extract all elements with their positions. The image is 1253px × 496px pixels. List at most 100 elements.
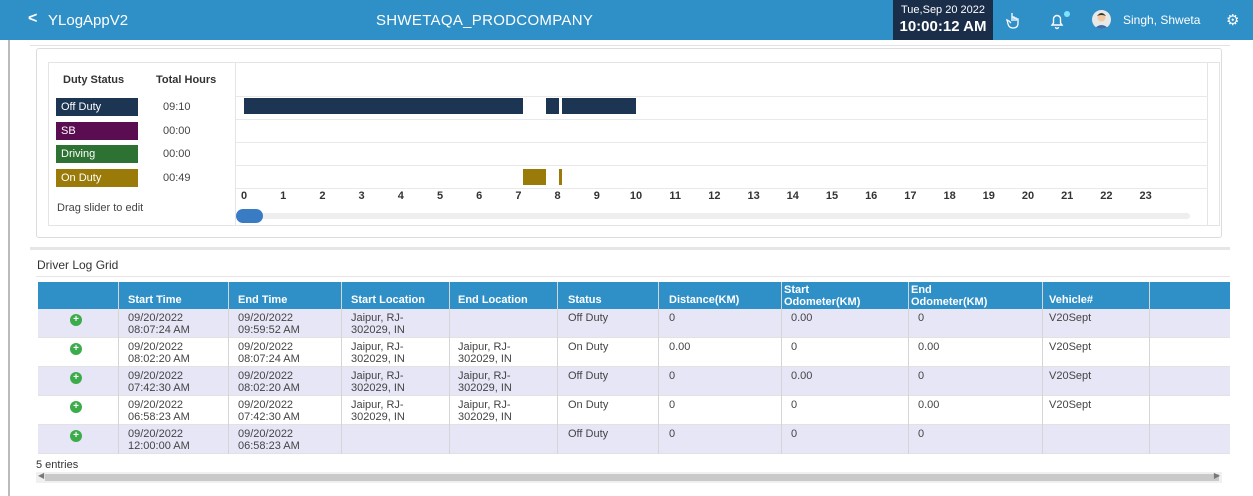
hours-driving: 00:00 (163, 148, 191, 160)
cell-start-location: Jaipur, RJ- 302029, IN (351, 341, 405, 365)
hours-off-duty: 09:10 (163, 101, 191, 113)
hour-tick-label: 23 (1139, 190, 1152, 202)
expand-row-icon[interactable]: + (70, 372, 82, 384)
hour-tick-label: 20 (1021, 190, 1035, 202)
hour-tick-label: 10 (629, 190, 643, 202)
col-status[interactable]: Status (568, 294, 602, 306)
status-label-sb: SB (56, 122, 138, 140)
hour-tick-label: 4 (397, 190, 404, 202)
hour-tick-label: 17 (904, 190, 917, 202)
cell-end-odometer: 0.00 (918, 399, 939, 411)
col-end-odometer[interactable]: End Odometer(KM) (911, 284, 1006, 308)
cell-start-time-line: 09/20/2022 (128, 428, 184, 440)
cell-end-time: 09/20/2022 09:59:52 AM (238, 312, 300, 336)
hour-tick-label: 5 (436, 190, 444, 202)
back-chevron-icon[interactable]: < (28, 10, 37, 28)
duty-segment[interactable] (523, 169, 547, 185)
hour-tick-label: 11 (669, 190, 681, 202)
cell-start-time-line: 08:07:24 AM (128, 324, 190, 336)
duty-segment[interactable] (559, 169, 563, 185)
cell-status-line: Off Duty (568, 428, 609, 440)
table-row[interactable]: +09/20/2022 06:58:23 AM 09/20/2022 07:42:30… (38, 396, 1230, 425)
cell-status: On Duty (568, 399, 608, 411)
avatar[interactable] (1092, 10, 1111, 29)
table-row[interactable]: +09/20/2022 07:42:30 AM 09/20/2022 08:02:20… (38, 367, 1230, 396)
cell-end-odometer: 0.00 (918, 341, 939, 353)
duty-segment[interactable] (562, 98, 636, 114)
scroll-left-arrow-icon[interactable]: ◀ (38, 471, 44, 480)
cell-end-time-line: 08:07:24 AM (238, 353, 300, 365)
col-start-time[interactable]: Start Time (128, 294, 182, 306)
cell-end-location-line: 302029, IN (458, 353, 512, 365)
app-name[interactable]: YLogAppV2 (48, 12, 128, 29)
cell-vehicle-line: V20Sept (1049, 370, 1092, 382)
hour-tick-label: 1 (280, 190, 287, 202)
cell-start-odometer: 0.00 (791, 312, 812, 324)
notification-dot (1064, 11, 1070, 17)
col-end-location[interactable]: End Location (458, 294, 528, 306)
cell-status: Off Duty (568, 370, 608, 382)
cell-vehicle: V20Sept (1049, 370, 1091, 382)
hand-pointer-icon[interactable] (1006, 11, 1022, 29)
hour-tick-label: 7 (515, 190, 522, 202)
divider (30, 45, 1230, 46)
cell-end-location: Jaipur, RJ- 302029, IN (458, 399, 512, 423)
cell-start-location-line: Jaipur, RJ- (351, 399, 404, 411)
table-row[interactable]: +09/20/2022 12:00:00 AM 09/20/2022 06:58:23… (38, 425, 1230, 454)
cell-end-location: Jaipur, RJ- 302029, IN (458, 370, 512, 394)
cell-start-odometer-line: 0 (791, 399, 798, 411)
left-border (8, 40, 10, 496)
table-row[interactable]: +09/20/2022 08:02:20 AM 09/20/2022 08:07:24… (38, 338, 1230, 367)
col-start-location[interactable]: Start Location (351, 294, 425, 306)
cell-end-time-line: 06:58:23 AM (238, 440, 300, 452)
expand-row-icon[interactable]: + (70, 314, 82, 326)
scrollbar-thumb[interactable] (45, 474, 1219, 481)
datetime-display: Tue,Sep 20 2022 10:00:12 AM (893, 0, 993, 40)
cell-start-time-line: 09/20/2022 (128, 399, 184, 411)
cell-end-time-line: 09/20/2022 (238, 428, 294, 440)
top-bar: < YLogAppV2 SHWETAQA_PRODCOMPANY Tue,Sep… (0, 0, 1253, 40)
company-name: SHWETAQA_PRODCOMPANY (376, 12, 594, 29)
col-divider (449, 282, 450, 454)
col-end-time[interactable]: End Time (238, 294, 287, 306)
col-start-odometer[interactable]: Start Odometer(KM) (784, 284, 879, 308)
cell-distance: 0 (669, 399, 675, 411)
expand-row-icon[interactable]: + (70, 430, 82, 442)
cell-vehicle-line: V20Sept (1049, 312, 1092, 324)
col-vehicle[interactable]: Vehicle# (1049, 294, 1093, 306)
cell-end-time: 09/20/2022 08:02:20 AM (238, 370, 300, 394)
duty-segment[interactable] (244, 98, 524, 114)
cell-start-time-line: 08:02:20 AM (128, 353, 190, 365)
col-divider (228, 282, 229, 454)
drag-hint: Drag slider to edit (57, 202, 144, 214)
hour-tick-label: 3 (358, 190, 365, 202)
cell-end-time-line: 09:59:52 AM (238, 324, 300, 336)
horizontal-scrollbar[interactable]: ◀ ▶ (36, 471, 1222, 483)
gear-icon[interactable]: ⚙ (1226, 11, 1239, 29)
expand-row-icon[interactable]: + (70, 401, 82, 413)
user-name[interactable]: Singh, Shweta (1123, 13, 1200, 27)
time-slider-track[interactable] (240, 213, 1190, 219)
cell-status: Off Duty (568, 312, 608, 324)
cell-start-location: Jaipur, RJ- 302029, IN (351, 399, 405, 423)
cell-end-location-line: 302029, IN (458, 382, 512, 394)
total-hours-header: Total Hours (156, 74, 217, 86)
duty-segment[interactable] (546, 98, 560, 114)
cell-start-time: 09/20/2022 08:02:20 AM (128, 341, 190, 365)
cell-start-time-line: 07:42:30 AM (128, 382, 190, 394)
table-row[interactable]: +09/20/2022 08:07:24 AM 09/20/2022 09:59:52… (38, 309, 1230, 338)
status-label-on-duty: On Duty (56, 169, 138, 187)
grid-header: Start Time End Time Start Location End L… (38, 282, 1230, 309)
time-slider-handle[interactable] (236, 209, 263, 223)
cell-start-odometer-line: 0 (791, 428, 798, 440)
cell-distance-line: 0 (669, 370, 676, 382)
col-distance[interactable]: Distance(KM) (669, 294, 739, 306)
hour-tick-label: 9 (593, 190, 600, 202)
cell-end-time-line: 07:42:30 AM (238, 411, 300, 423)
timeline-row-line (236, 119, 1208, 120)
cell-start-time-line: 06:58:23 AM (128, 411, 190, 423)
grid-title-divider (36, 276, 1230, 277)
scroll-right-arrow-icon[interactable]: ▶ (1214, 471, 1220, 480)
hour-tick-label: 15 (825, 190, 839, 202)
expand-row-icon[interactable]: + (70, 343, 82, 355)
